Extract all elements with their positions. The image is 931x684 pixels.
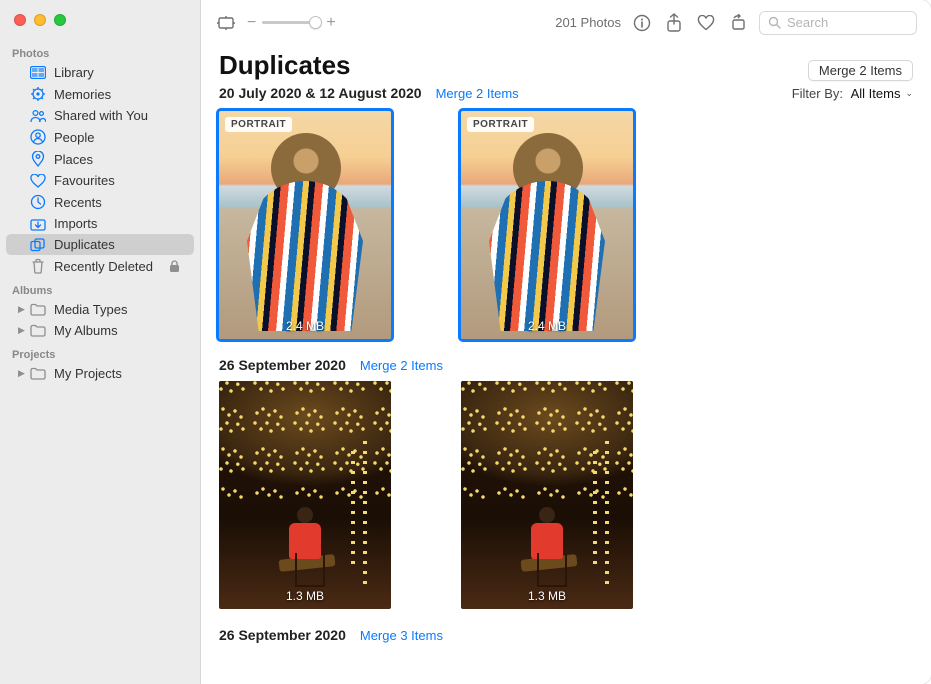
sidebar-item-memories[interactable]: Memories: [6, 83, 194, 105]
file-size-label: 1.3 MB: [286, 589, 324, 603]
portrait-badge: PORTRAIT: [225, 117, 292, 132]
photo-thumbnail[interactable]: PORTRAIT 2.4 MB: [461, 111, 633, 339]
duplicate-group: PORTRAIT 2.4 MB PORTRAIT 2.4 MB: [219, 111, 913, 339]
photo-count: 201 Photos: [555, 15, 621, 30]
window-traffic-lights: [0, 0, 200, 40]
sidebar-item-media-types[interactable]: ▶ Media Types: [6, 299, 194, 320]
file-size-label: 2.4 MB: [286, 319, 324, 333]
chevron-right-icon: ▶: [18, 368, 25, 379]
chevron-down-icon: ⌄: [905, 88, 913, 99]
sidebar-item-label: Places: [54, 152, 93, 167]
sidebar-group-projects-label: Projects: [0, 341, 200, 363]
merge-link[interactable]: Merge 2 Items: [436, 86, 519, 101]
page-title: Duplicates: [219, 50, 351, 81]
rotate-icon[interactable]: [727, 12, 749, 34]
filter-control[interactable]: Filter By: All Items ⌄: [792, 86, 913, 101]
sidebar-item-people[interactable]: People: [6, 126, 194, 148]
toolbar: − + 201 Photos Search: [201, 0, 931, 46]
trash-icon: [30, 258, 46, 274]
sidebar-item-label: Recents: [54, 195, 102, 210]
sidebar-item-library[interactable]: Library: [6, 62, 194, 83]
minimize-window-button[interactable]: [34, 14, 46, 26]
file-size-label: 1.3 MB: [528, 589, 566, 603]
duplicates-icon: [30, 238, 46, 252]
sidebar-item-favourites[interactable]: Favourites: [6, 170, 194, 191]
section-date: 26 September 2020: [219, 357, 346, 373]
merge-link[interactable]: Merge 2 Items: [360, 358, 443, 373]
sidebar-group-photos-label: Photos: [0, 40, 200, 62]
sidebar-item-label: My Projects: [54, 366, 122, 381]
places-icon: [30, 151, 46, 167]
section-date: 20 July 2020 & 12 August 2020: [219, 85, 422, 101]
duplicate-group: 1.3 MB 1.3 MB: [219, 381, 913, 609]
sidebar-item-places[interactable]: Places: [6, 148, 194, 170]
search-placeholder: Search: [787, 15, 828, 30]
sidebar-item-label: People: [54, 130, 94, 145]
memories-icon: [30, 86, 46, 102]
search-icon: [768, 16, 781, 29]
file-size-label: 2.4 MB: [528, 319, 566, 333]
sidebar-item-label: Duplicates: [54, 237, 115, 252]
sidebar-item-imports[interactable]: Imports: [6, 213, 194, 234]
sidebar-item-label: Library: [54, 65, 94, 80]
main-pane: − + 201 Photos Search Duplicates Merge 2…: [201, 0, 931, 684]
sidebar-item-label: Imports: [54, 216, 97, 231]
sidebar-item-label: Recently Deleted: [54, 259, 153, 274]
merge-link[interactable]: Merge 3 Items: [360, 628, 443, 643]
close-window-button[interactable]: [14, 14, 26, 26]
sidebar-item-label: My Albums: [54, 323, 118, 338]
section-date: 26 September 2020: [219, 627, 346, 643]
sidebar-item-label: Memories: [54, 87, 111, 102]
share-icon[interactable]: [663, 12, 685, 34]
heart-icon: [30, 174, 46, 188]
content-area: Duplicates Merge 2 Items 20 July 2020 & …: [201, 46, 931, 684]
sidebar-item-label: Media Types: [54, 302, 127, 317]
sidebar-item-my-albums[interactable]: ▶ My Albums: [6, 320, 194, 341]
maximize-window-button[interactable]: [54, 14, 66, 26]
photo-thumbnail[interactable]: 1.3 MB: [461, 381, 633, 609]
imports-icon: [30, 217, 46, 231]
shared-icon: [30, 109, 46, 123]
zoom-slider-knob[interactable]: [309, 16, 322, 29]
sidebar-group-albums-label: Albums: [0, 277, 200, 299]
filter-label: Filter By:: [792, 86, 843, 101]
clock-icon: [30, 194, 46, 210]
sidebar-item-recently-deleted[interactable]: Recently Deleted: [6, 255, 194, 277]
lock-icon: [169, 260, 180, 273]
library-icon: [30, 66, 46, 79]
chevron-right-icon: ▶: [18, 325, 25, 336]
folder-icon: [30, 324, 46, 337]
portrait-badge: PORTRAIT: [467, 117, 534, 132]
folder-icon: [30, 367, 46, 380]
photo-thumbnail[interactable]: 1.3 MB: [219, 381, 391, 609]
favourite-icon[interactable]: [695, 12, 717, 34]
sidebar-item-recents[interactable]: Recents: [6, 191, 194, 213]
chevron-right-icon: ▶: [18, 304, 25, 315]
filter-value: All Items: [851, 86, 901, 101]
aspect-toggle-icon[interactable]: [215, 12, 237, 34]
zoom-out-button[interactable]: −: [247, 14, 256, 32]
zoom-in-button[interactable]: +: [326, 14, 335, 32]
sidebar-item-shared-with-you[interactable]: Shared with You: [6, 105, 194, 126]
sidebar-item-my-projects[interactable]: ▶ My Projects: [6, 363, 194, 384]
sidebar: Photos Library Memories Shared with You …: [0, 0, 201, 684]
info-icon[interactable]: [631, 12, 653, 34]
merge-selected-button[interactable]: Merge 2 Items: [808, 60, 913, 81]
search-field[interactable]: Search: [759, 11, 917, 35]
folder-icon: [30, 303, 46, 316]
zoom-control: − +: [247, 14, 336, 32]
sidebar-item-duplicates[interactable]: Duplicates: [6, 234, 194, 255]
photo-thumbnail[interactable]: PORTRAIT 2.4 MB: [219, 111, 391, 339]
people-icon: [30, 129, 46, 145]
sidebar-item-label: Shared with You: [54, 108, 148, 123]
zoom-slider[interactable]: [262, 21, 320, 24]
sidebar-item-label: Favourites: [54, 173, 115, 188]
